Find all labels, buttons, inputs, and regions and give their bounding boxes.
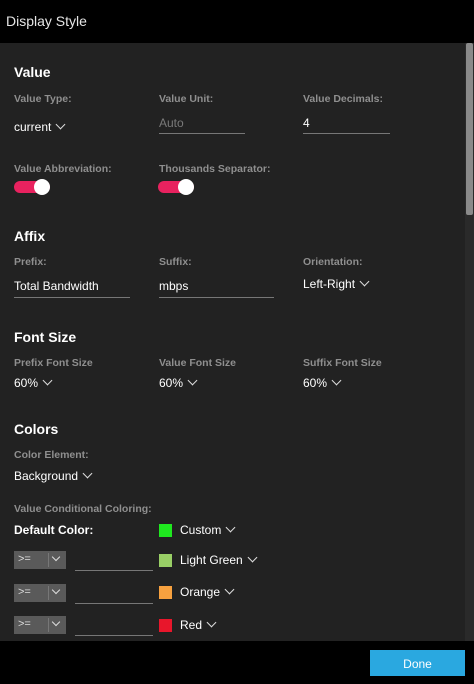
conditional-coloring-label: Value Conditional Coloring: [14,503,152,515]
window-title: Display Style [6,13,87,29]
chevron-down-icon [42,375,53,386]
rule-1-operator-select[interactable]: >= [14,551,66,569]
thousands-separator-toggle[interactable] [158,179,194,195]
rule-operator-text: >= [18,553,31,565]
value-unit-underline [159,133,245,134]
prefix-input[interactable]: Total Bandwidth [14,279,130,296]
rule-3-operator-select[interactable]: >= [14,616,66,634]
prefix-font-size-label: Prefix Font Size [14,357,93,369]
chevron-down-icon [359,276,370,287]
rule-3-color-swatch[interactable] [159,619,172,632]
rule-2-value-input[interactable] [75,584,153,602]
suffix-font-size-label: Suffix Font Size [303,357,382,369]
color-element-dropdown[interactable]: Background [14,468,93,483]
select-divider [48,586,49,600]
suffix-label: Suffix: [159,256,192,268]
value-font-size-label: Value Font Size [159,357,237,369]
prefix-underline [14,297,130,298]
prefix-font-size-dropdown[interactable]: 60% [14,375,53,390]
rule-color-name: Light Green [180,553,243,567]
section-heading-colors: Colors [14,421,59,437]
toggle-knob [178,179,194,195]
value-abbreviation-label: Value Abbreviation: [14,163,112,175]
value-decimals-input[interactable]: 4 [303,116,389,133]
chevron-down-icon [51,585,61,595]
prefix-font-size-selected: 60% [14,376,39,390]
value-decimals-value: 4 [303,116,310,130]
chevron-down-icon [206,617,217,628]
scrollbar-thumb[interactable] [466,43,473,215]
rule-operator-text: >= [18,618,31,630]
rule-1-color-swatch[interactable] [159,554,172,567]
chevron-down-icon [331,375,342,386]
chevron-down-icon [55,119,66,130]
settings-panel: Value Value Type: current Value Unit: Au… [0,43,474,641]
rule-color-name: Red [180,618,203,632]
rule-2-operator-select[interactable]: >= [14,584,66,602]
value-decimals-label: Value Decimals: [303,93,383,105]
default-color-swatch[interactable] [159,524,172,537]
rule-3-value-input[interactable] [75,616,153,634]
rule-color-name: Orange [180,585,221,599]
value-unit-input[interactable]: Auto [159,116,245,133]
prefix-label: Prefix: [14,256,47,268]
chevron-down-icon [51,552,61,562]
chevron-down-icon [224,584,235,595]
rule-2-color-dropdown[interactable]: Orange [180,584,235,599]
value-font-size-dropdown[interactable]: 60% [159,375,198,390]
default-color-dropdown[interactable]: Custom [180,522,236,537]
rule-1-color-dropdown[interactable]: Light Green [180,552,258,567]
scrollbar[interactable] [465,43,474,641]
suffix-font-size-selected: 60% [303,376,328,390]
section-heading-affix: Affix [14,228,46,244]
rule-1-value-underline [75,570,153,571]
chevron-down-icon [247,552,258,563]
chevron-down-icon [82,468,93,479]
value-type-selected: current [14,120,52,134]
orientation-selected: Left-Right [303,277,356,291]
footer-bar: Done [0,641,474,684]
suffix-input[interactable]: mbps [159,279,274,296]
suffix-underline [159,297,274,298]
rule-2-color-swatch[interactable] [159,586,172,599]
chevron-down-icon [187,375,198,386]
default-color-label: Default Color: [14,523,94,537]
chevron-down-icon [225,522,236,533]
section-heading-font-size: Font Size [14,329,77,345]
rule-3-value-underline [75,635,153,636]
chevron-down-icon [51,617,61,627]
rule-3-color-dropdown[interactable]: Red [180,617,217,632]
value-abbreviation-toggle[interactable] [14,179,50,195]
done-button[interactable]: Done [370,650,465,676]
value-font-size-selected: 60% [159,376,184,390]
thousands-separator-label: Thousands Separator: [159,163,271,175]
color-element-selected: Background [14,469,79,483]
value-type-label: Value Type: [14,93,72,105]
prefix-value: Total Bandwidth [14,279,99,293]
section-heading-value: Value [14,64,51,80]
title-bar: Display Style [0,0,474,43]
value-unit-label: Value Unit: [159,93,214,105]
rule-2-value-underline [75,603,153,604]
color-element-label: Color Element: [14,449,89,461]
orientation-label: Orientation: [303,256,363,268]
select-divider [48,618,49,632]
suffix-font-size-dropdown[interactable]: 60% [303,375,342,390]
select-divider [48,553,49,567]
toggle-knob [34,179,50,195]
value-type-dropdown[interactable]: current [14,119,66,134]
suffix-value: mbps [159,279,189,293]
default-color-selected: Custom [180,523,222,537]
value-decimals-underline [303,133,390,134]
value-unit-placeholder: Auto [159,116,184,130]
orientation-dropdown[interactable]: Left-Right [303,276,370,291]
rule-1-value-input[interactable] [75,551,153,569]
rule-operator-text: >= [18,586,31,598]
